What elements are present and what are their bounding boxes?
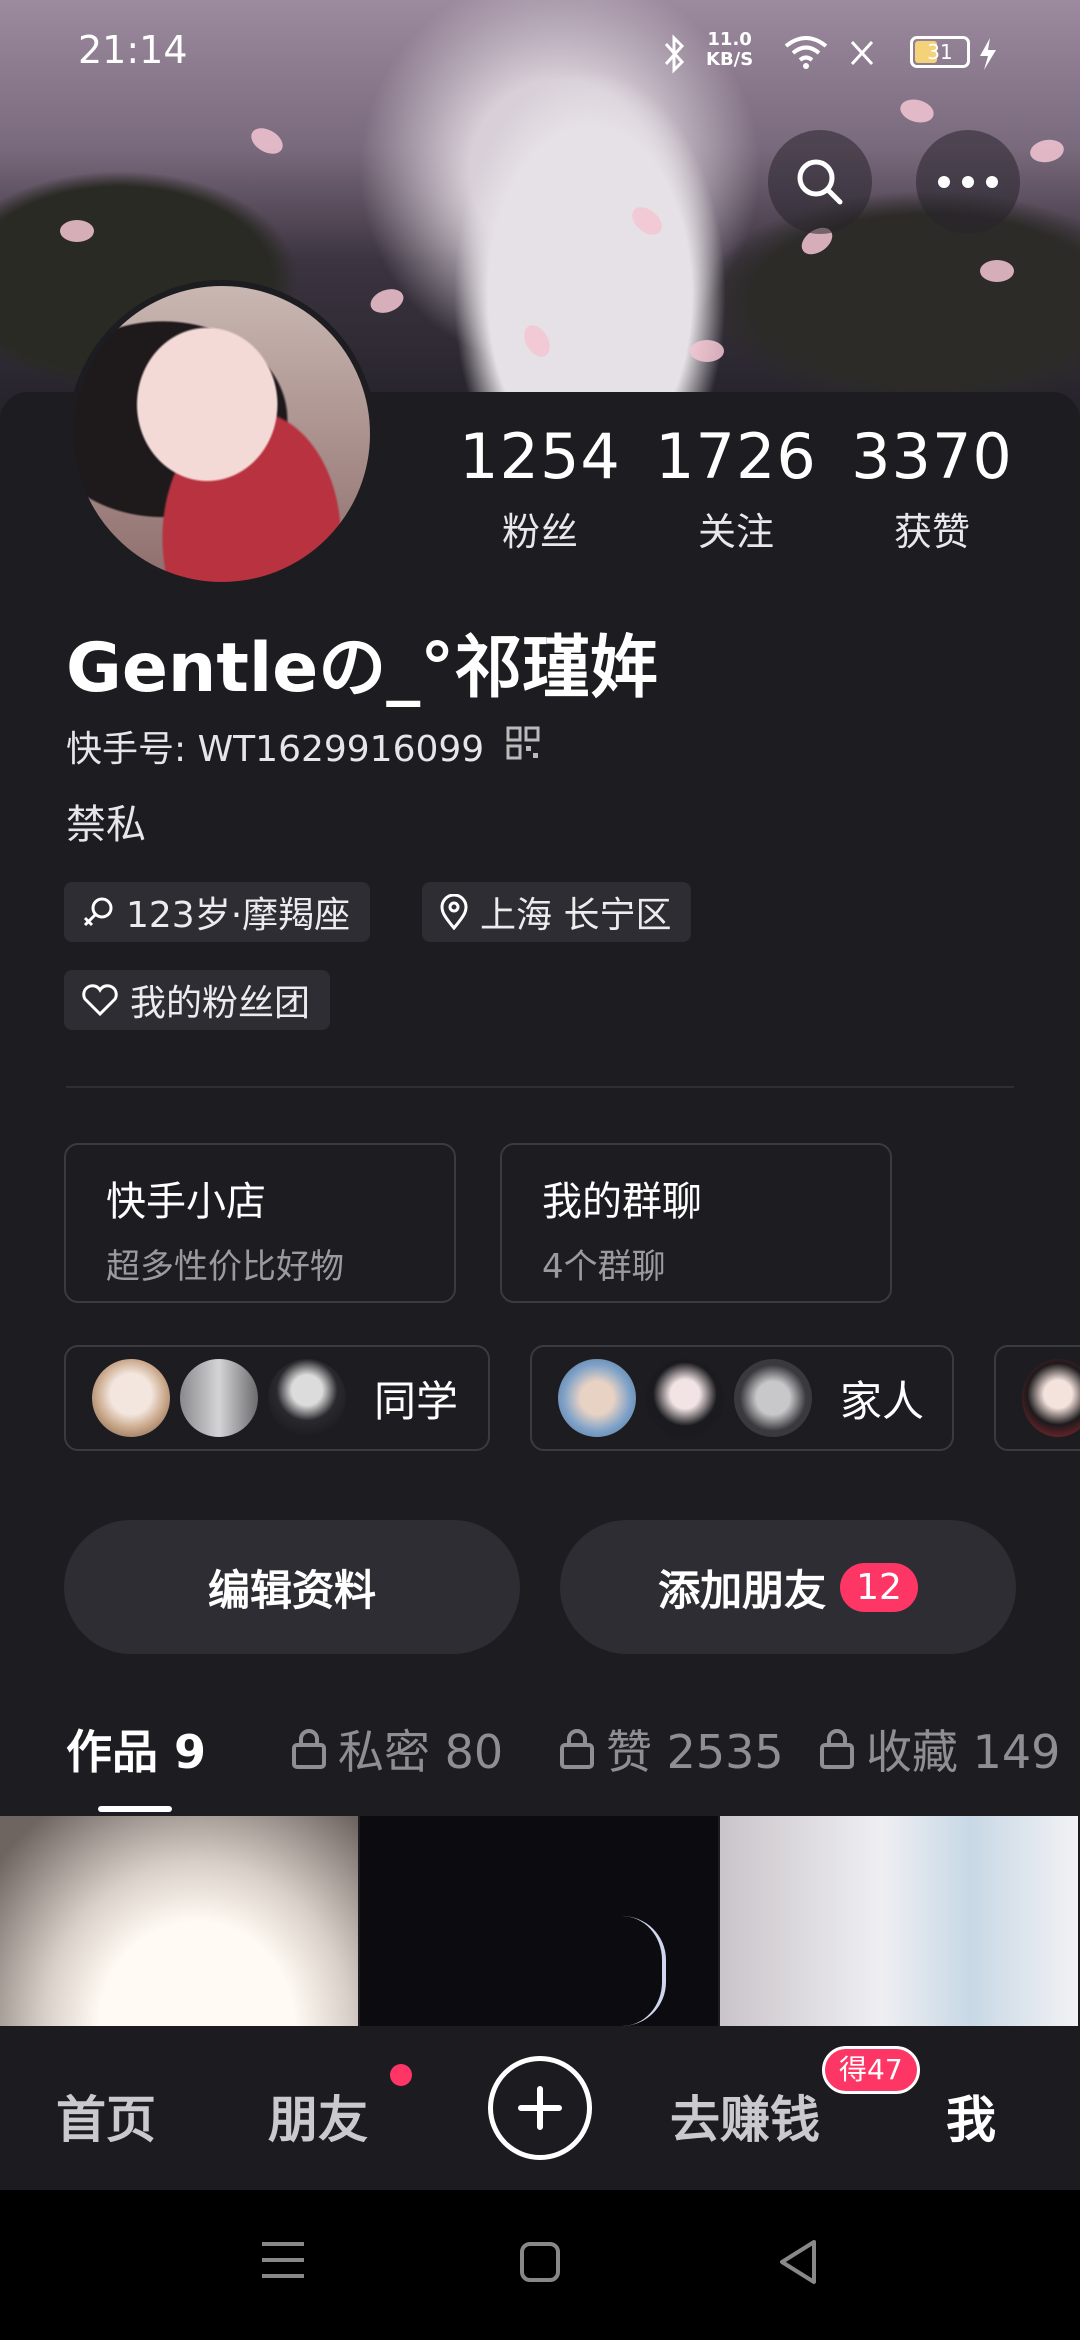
kuaishou-id[interactable]: 快手号: WT1629916099	[66, 720, 484, 772]
net-speed-value: 11.0	[707, 29, 752, 50]
petal	[367, 284, 407, 318]
more-button[interactable]	[916, 130, 1020, 234]
banner-tree-right	[700, 190, 1080, 410]
tab-liked[interactable]: 赞 2535	[558, 1716, 784, 1782]
tag-fan-club-text: 我的粉丝团	[130, 983, 311, 1024]
stat-label: 关注	[697, 510, 774, 554]
menu-icon[interactable]	[260, 2240, 306, 2280]
battery-indicator: 31	[910, 36, 970, 68]
lock-icon	[820, 1729, 854, 1769]
add-friend-label: 添加朋友	[658, 1565, 827, 1615]
lock-icon	[560, 1729, 594, 1769]
tab-favorites[interactable]: 收藏 149	[818, 1716, 1060, 1782]
nav-friends[interactable]: 朋友	[268, 2080, 368, 2152]
group-classmates[interactable]: 同学	[64, 1345, 490, 1451]
add-friend-button[interactable]: 添加朋友 12	[560, 1520, 1016, 1654]
active-tab-indicator	[98, 1806, 172, 1812]
battery-level: 31	[927, 40, 953, 64]
wifi-icon	[784, 36, 828, 69]
nav-earn[interactable]: 去赚钱	[670, 2080, 820, 2152]
group-chat-title: 我的群聊	[542, 1179, 702, 1225]
shop-title: 快手小店	[106, 1179, 266, 1225]
avatar	[644, 1357, 726, 1439]
avatar	[1020, 1357, 1080, 1439]
stat-label: 获赞	[893, 510, 970, 554]
group-chat-card[interactable]: 我的群聊 4个群聊	[500, 1143, 892, 1303]
notification-dot	[390, 2064, 412, 2086]
profile-name: Gentleの_°祁瑾姩	[66, 629, 659, 708]
search-button[interactable]	[768, 130, 872, 234]
status-bar: 21:14 11.0 KB/S 31	[0, 0, 1080, 110]
gender-icon	[83, 897, 113, 927]
profile-bio: 禁私	[66, 802, 146, 848]
net-speed: 11.0 KB/S	[706, 30, 753, 70]
system-nav-bar	[0, 2190, 1080, 2340]
stat-value: 3370	[851, 420, 1013, 493]
tag-location[interactable]: 上海 长宁区	[422, 882, 692, 942]
group-label: 同学	[374, 1376, 459, 1426]
tab-private[interactable]: 私密 80	[290, 1716, 503, 1782]
petal	[690, 340, 724, 362]
plus-icon	[518, 2086, 562, 2130]
net-speed-unit: KB/S	[706, 49, 754, 70]
location-icon	[440, 894, 468, 930]
earn-badge: 得47	[822, 2046, 920, 2094]
work-thumbnail[interactable]	[720, 1816, 1078, 2026]
work-thumbnail[interactable]	[0, 1816, 358, 2026]
add-friend-badge: 12	[840, 1562, 918, 1612]
avatar	[732, 1357, 814, 1439]
group-label: 家人	[840, 1376, 925, 1426]
petal	[246, 122, 288, 160]
works-grid	[0, 1816, 1080, 2026]
lock-icon	[292, 1729, 326, 1769]
stat-value: 1254	[459, 420, 621, 493]
group-chat-subtitle: 4个群聊	[542, 1247, 666, 1287]
stat-following[interactable]: 1726 关注	[646, 420, 826, 556]
group-more[interactable]	[994, 1345, 1080, 1451]
stat-value: 1726	[655, 420, 817, 493]
stat-followers[interactable]: 1254 粉丝	[450, 420, 630, 556]
petal	[980, 260, 1014, 282]
search-icon	[797, 159, 843, 205]
tag-fan-club[interactable]: 我的粉丝团	[64, 970, 331, 1030]
back-triangle-icon[interactable]	[776, 2238, 820, 2286]
home-square-icon[interactable]	[518, 2240, 562, 2284]
status-time: 21:14	[78, 28, 188, 72]
nav-me[interactable]: 我	[946, 2080, 996, 2152]
group-family[interactable]: 家人	[530, 1345, 954, 1451]
tab-label: 赞 2535	[606, 1725, 784, 1779]
bottom-nav: 首页 朋友 去赚钱 得47 我	[0, 2026, 1080, 2190]
edit-profile-button[interactable]: 编辑资料	[64, 1520, 520, 1654]
work-thumbnail[interactable]	[360, 1816, 718, 2026]
heart-icon	[82, 984, 118, 1017]
qr-code-icon[interactable]	[506, 726, 540, 760]
create-button[interactable]	[488, 2056, 592, 2160]
more-horizontal-icon	[938, 176, 998, 188]
avatar	[178, 1357, 260, 1439]
avatar	[90, 1357, 172, 1439]
shop-subtitle: 超多性价比好物	[106, 1247, 344, 1287]
tab-label: 作品 9	[66, 1725, 207, 1779]
tag-age-text: 123岁·摩羯座	[126, 895, 351, 936]
avatar	[266, 1357, 348, 1439]
signal-off-icon	[850, 40, 874, 66]
kuaishou-shop-card[interactable]: 快手小店 超多性价比好物	[64, 1143, 456, 1303]
nav-home[interactable]: 首页	[56, 2080, 156, 2152]
stat-likes[interactable]: 3370 获赞	[842, 420, 1022, 556]
divider	[66, 1086, 1014, 1088]
stat-label: 粉丝	[501, 510, 578, 554]
tab-label: 收藏 149	[866, 1725, 1061, 1779]
petal	[60, 220, 94, 242]
avatar	[556, 1357, 638, 1439]
avatar[interactable]	[68, 280, 376, 588]
tab-works[interactable]: 作品 9	[66, 1716, 206, 1782]
tag-age[interactable]: 123岁·摩羯座	[64, 882, 371, 942]
tab-label: 私密 80	[338, 1725, 504, 1779]
content-tabs: 作品 9 私密 80 赞 2535 收藏 149	[0, 1716, 1080, 1812]
petal	[1028, 137, 1066, 165]
edit-profile-label: 编辑资料	[207, 1565, 376, 1615]
tag-location-text: 上海 长宁区	[480, 895, 672, 936]
charging-icon	[980, 38, 996, 70]
bluetooth-icon	[664, 34, 685, 74]
